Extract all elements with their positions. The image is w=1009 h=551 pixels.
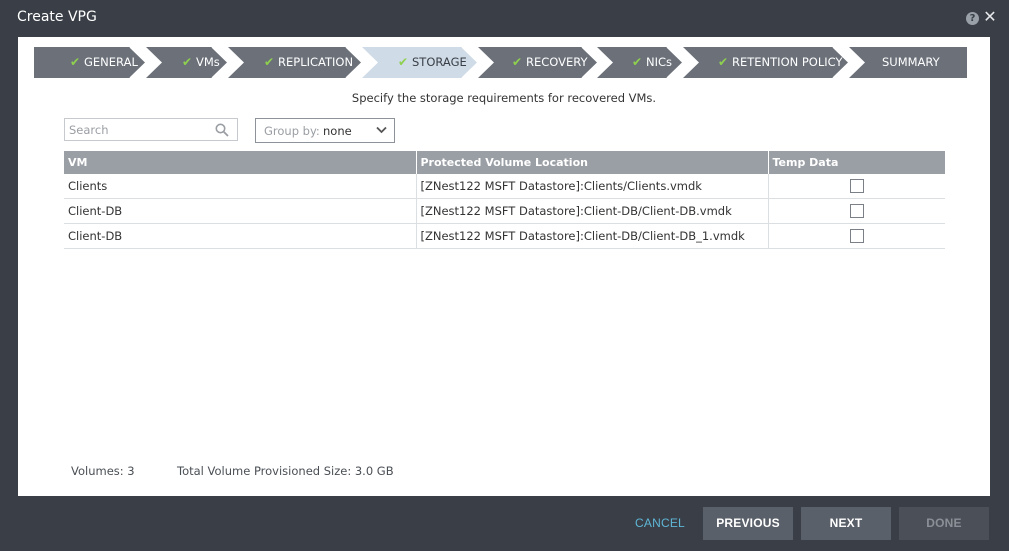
cancel-button[interactable]: CANCEL [626, 507, 694, 540]
group-by-value: none [323, 124, 352, 138]
check-icon: ✔ [632, 55, 643, 69]
check-icon: ✔ [718, 55, 729, 69]
check-icon: ✔ [398, 55, 409, 69]
check-icon: ✔ [264, 55, 275, 69]
temp-data-checkbox[interactable] [849, 204, 864, 219]
close-icon[interactable]: ✕ [983, 9, 997, 25]
search-input[interactable] [69, 121, 209, 138]
chevron-down-icon [376, 126, 387, 134]
location-cell: [ZNest122 MSFT Datastore]:Client-DB/Clie… [416, 223, 769, 249]
wizard-step-retention-policy[interactable]: ✔ RETENTION POLICY [683, 47, 849, 78]
dialog-titlebar: Create VPG ? ✕ [0, 0, 1009, 37]
temp-data-checkbox[interactable] [849, 229, 864, 244]
wizard-step-recovery[interactable]: ✔ RECOVERY [478, 47, 598, 78]
search-box[interactable] [64, 118, 238, 141]
table-row[interactable]: Clients [ZNest122 MSFT Datastore]:Client… [64, 174, 945, 199]
table-row[interactable]: Client-DB [ZNest122 MSFT Datastore]:Clie… [64, 223, 945, 249]
storage-table: VM Protected Volume Location Temp Data C… [64, 151, 945, 249]
wizard-step-summary[interactable]: SUMMARY [849, 47, 967, 78]
temp-data-cell [768, 223, 945, 249]
table-row[interactable]: Client-DB [ZNest122 MSFT Datastore]:Clie… [64, 198, 945, 224]
wizard-step-label: NICs [646, 55, 673, 69]
group-by-label: Group by: [264, 124, 320, 138]
vm-cell: Client-DB [64, 198, 417, 224]
wizard-step-label: RETENTION POLICY [732, 55, 843, 69]
wizard-step-label: SUMMARY [882, 55, 940, 69]
wizard-step-label: VMs [196, 55, 220, 69]
temp-data-cell [768, 198, 945, 224]
temp-data-cell [768, 174, 945, 199]
search-icon[interactable] [215, 123, 229, 137]
wizard-step-vms[interactable]: ✔ VMs [146, 47, 228, 78]
vm-cell: Client-DB [64, 223, 417, 249]
next-button[interactable]: NEXT [801, 507, 891, 540]
wizard-step-nics[interactable]: ✔ NICs [597, 47, 683, 78]
dialog-body: ✔ GENERAL ✔ VMs ✔ REPLICATION ✔ STORAGE ✔ RECOVER… [18, 37, 990, 496]
column-header-location[interactable]: Protected Volume Location [416, 151, 769, 174]
wizard-step-label: STORAGE [412, 55, 467, 69]
help-icon[interactable]: ? [966, 12, 979, 25]
wizard-step-label: RECOVERY [526, 55, 588, 69]
column-header-temp-data[interactable]: Temp Data [768, 151, 945, 174]
previous-button[interactable]: PREVIOUS [703, 507, 793, 540]
check-icon: ✔ [70, 55, 81, 69]
wizard-step-storage[interactable]: ✔ STORAGE [362, 47, 478, 78]
vm-cell: Clients [64, 174, 417, 199]
wizard-step-label: REPLICATION [278, 55, 354, 69]
total-size: Total Volume Provisioned Size: 3.0 GB [177, 464, 394, 478]
location-cell: [ZNest122 MSFT Datastore]:Client-DB/Clie… [416, 198, 769, 224]
check-icon: ✔ [182, 55, 193, 69]
wizard-step-label: GENERAL [84, 55, 138, 69]
done-button[interactable]: DONE [899, 507, 989, 540]
temp-data-checkbox[interactable] [849, 179, 864, 194]
wizard-step-replication[interactable]: ✔ REPLICATION [228, 47, 362, 78]
wizard-step-general[interactable]: ✔ GENERAL [34, 47, 146, 78]
group-by-select[interactable]: Group by: none [255, 118, 395, 143]
volumes-count: Volumes: 3 [71, 464, 135, 478]
column-header-vm[interactable]: VM [64, 151, 417, 174]
check-icon: ✔ [512, 55, 523, 69]
instruction-text: Specify the storage requirements for rec… [351, 91, 657, 105]
location-cell: [ZNest122 MSFT Datastore]:Clients/Client… [416, 174, 769, 199]
table-header-row: VM Protected Volume Location Temp Data [64, 151, 945, 174]
dialog-title: Create VPG [17, 9, 97, 25]
